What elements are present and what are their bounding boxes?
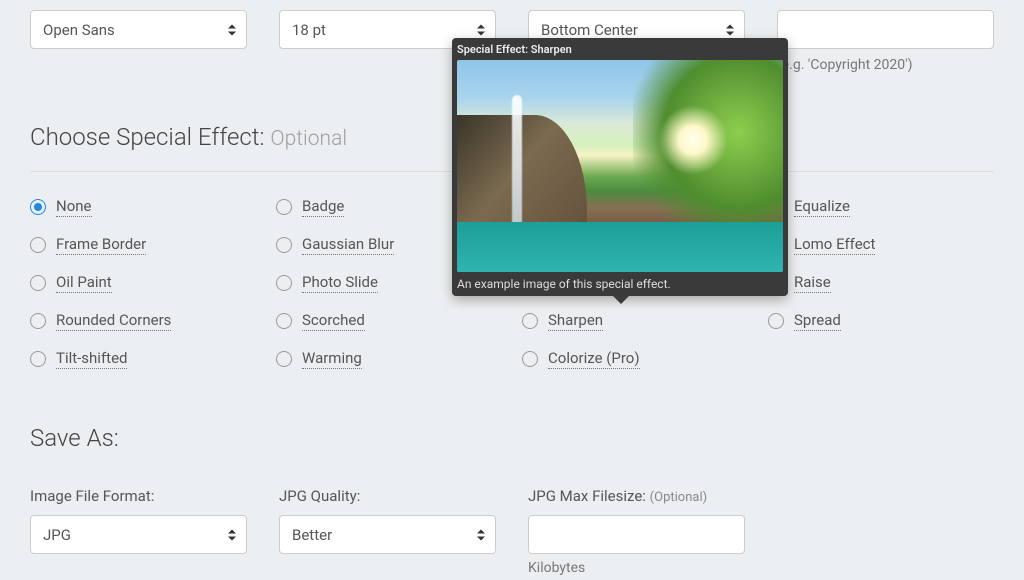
effect-radio-none[interactable]: None (30, 197, 256, 217)
effect-radio-raise[interactable]: Raise (768, 273, 994, 293)
jpg-quality-select[interactable]: Better (279, 515, 496, 554)
watermark-hint: (e.g. 'Copyright 2020') (777, 57, 994, 73)
effect-radio-oil-paint[interactable]: Oil Paint (30, 273, 256, 293)
file-format-select[interactable]: JPG (30, 515, 247, 554)
tooltip-caption: An example image of this special effect. (457, 277, 783, 291)
jpg-maxsize-unit: Kilobytes (528, 560, 745, 576)
chevron-updown-icon (726, 24, 734, 35)
jpg-quality-label: JPG Quality: (279, 487, 496, 505)
radio-icon (30, 313, 46, 329)
file-format-value: JPG (43, 526, 71, 544)
effect-radio-label: Tilt-shifted (56, 349, 127, 369)
effect-radio-tilt-shifted[interactable]: Tilt-shifted (30, 349, 256, 369)
radio-icon (276, 237, 292, 253)
effect-radio-lomo-effect[interactable]: Lomo Effect (768, 235, 994, 255)
effect-radio-label: Scorched (302, 311, 365, 331)
effect-radio-label: Badge (302, 197, 344, 217)
effect-radio-label: Gaussian Blur (302, 235, 394, 255)
font-select[interactable]: Open Sans (30, 10, 247, 49)
special-effect-title: Choose Special Effect: (30, 123, 265, 151)
radio-icon (276, 313, 292, 329)
effect-radio-rounded-corners[interactable]: Rounded Corners (30, 311, 256, 331)
effect-radio-colorize-pro-[interactable]: Colorize (Pro) (522, 349, 748, 369)
effect-radio-label: Oil Paint (56, 273, 112, 293)
effect-radio-label: Sharpen (548, 311, 603, 331)
effect-radio-sharpen[interactable]: Sharpen (522, 311, 748, 331)
radio-icon (30, 351, 46, 367)
jpg-quality-value: Better (292, 526, 332, 544)
font-select-value: Open Sans (43, 21, 115, 39)
tooltip-arrow-icon (612, 295, 630, 304)
effect-radio-equalize[interactable]: Equalize (768, 197, 994, 217)
jpg-maxsize-label-text: JPG Max Filesize: (528, 487, 646, 505)
tooltip-preview-image (457, 60, 783, 272)
effect-radio-spread[interactable]: Spread (768, 311, 994, 331)
watermark-text-input[interactable] (777, 10, 994, 49)
effect-preview-tooltip: Special Effect: Sharpen An example image… (452, 38, 788, 296)
radio-icon (30, 275, 46, 291)
effect-radio-warming[interactable]: Warming (276, 349, 502, 369)
effect-radio-frame-border[interactable]: Frame Border (30, 235, 256, 255)
radio-icon (276, 199, 292, 215)
effect-radio-label: None (56, 197, 92, 217)
radio-icon (276, 275, 292, 291)
chevron-updown-icon (477, 24, 485, 35)
effect-radio-label: Raise (794, 273, 831, 293)
special-effect-optional: Optional (270, 127, 347, 151)
effect-radio-label: Equalize (794, 197, 850, 217)
chevron-updown-icon (477, 529, 485, 540)
radio-icon (522, 351, 538, 367)
save-as-heading: Save As: (30, 424, 994, 452)
file-format-label: Image File Format: (30, 487, 247, 505)
chevron-updown-icon (228, 529, 236, 540)
tooltip-title: Special Effect: Sharpen (457, 43, 783, 56)
font-size-value: 18 pt (292, 21, 326, 39)
effect-radio-label: Colorize (Pro) (548, 349, 640, 369)
jpg-maxsize-label: JPG Max Filesize: (Optional) (528, 487, 745, 505)
jpg-maxsize-input[interactable] (528, 515, 745, 554)
effect-radio-label: Rounded Corners (56, 311, 171, 331)
radio-icon (30, 199, 46, 215)
jpg-maxsize-optional: (Optional) (650, 490, 707, 505)
effect-radio-scorched[interactable]: Scorched (276, 311, 502, 331)
radio-icon (522, 313, 538, 329)
radio-icon (30, 237, 46, 253)
radio-icon (276, 351, 292, 367)
effect-radio-label: Spread (794, 311, 841, 331)
effect-radio-label: Frame Border (56, 235, 146, 255)
position-value: Bottom Center (541, 21, 638, 39)
effect-radio-label: Lomo Effect (794, 235, 875, 255)
radio-icon (768, 313, 784, 329)
effect-radio-label: Warming (302, 349, 362, 369)
effect-radio-label: Photo Slide (302, 273, 378, 293)
chevron-updown-icon (228, 24, 236, 35)
